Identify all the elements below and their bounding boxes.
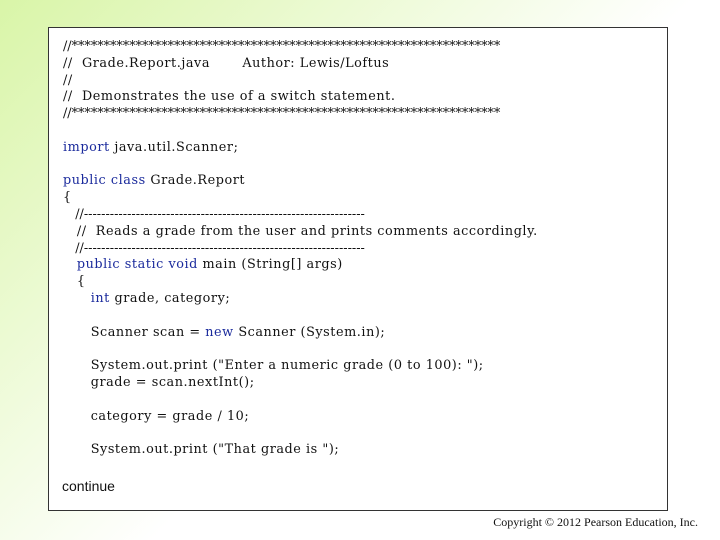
code-line: public static void main (String[] args): [76, 257, 343, 273]
code-line: //--------------------------------------…: [63, 206, 365, 222]
code-line: //**************************************…: [63, 39, 501, 54]
code-line: // Grade.Report.java Author: Lewis/Loftu…: [63, 55, 390, 71]
slide: { "code_lines": [ "//*******************…: [0, 0, 720, 540]
code-panel: //**************************************…: [48, 27, 668, 511]
code-line: category = grade / 10;: [90, 408, 250, 424]
code-line: grade = scan.nextInt();: [90, 374, 255, 390]
code-line: //--------------------------------------…: [63, 240, 365, 256]
code-line: int grade, category;: [90, 290, 231, 306]
code-line: public class Grade.Report: [63, 173, 246, 189]
code-line: // Demonstrates the use of a switch stat…: [63, 89, 396, 105]
code-line: //: [63, 72, 73, 88]
code-line: System.out.print ("Enter a numeric grade…: [90, 358, 484, 374]
code-line: import java.util.Scanner;: [63, 139, 239, 155]
code-line: {: [63, 190, 72, 206]
continue-label: continue: [62, 478, 115, 494]
code-line: Scanner scan = new Scanner (System.in);: [90, 324, 386, 340]
copyright-notice: Copyright © 2012 Pearson Education, Inc.: [493, 515, 698, 529]
code-line: {: [63, 274, 86, 290]
code-line: // Reads a grade from the user and print…: [63, 223, 538, 239]
code-listing: //**************************************…: [63, 39, 538, 459]
code-line: System.out.print ("That grade is ");: [90, 442, 340, 458]
code-line: //**************************************…: [63, 106, 501, 122]
